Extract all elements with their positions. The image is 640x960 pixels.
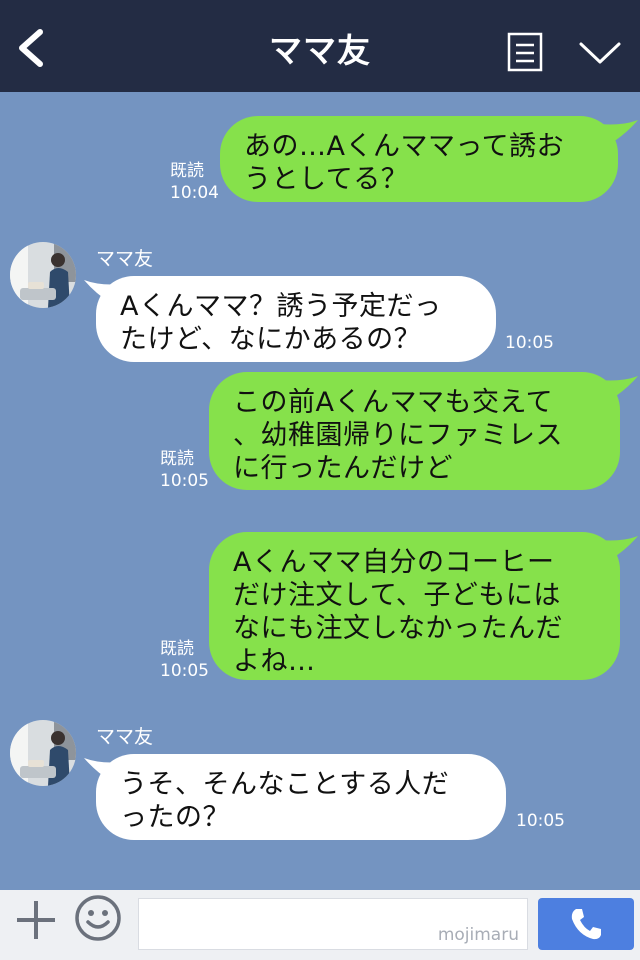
phone-icon <box>571 909 601 940</box>
avatar[interactable] <box>10 720 76 786</box>
message-line: Aくんママ？誘う予定だっ <box>120 291 442 322</box>
message-input[interactable]: mojimaru <box>138 898 528 950</box>
note-list-icon[interactable] <box>507 32 543 72</box>
message-line: よね… <box>233 646 316 677</box>
message-time: 10:05 <box>505 333 554 353</box>
message-time: 10:05 <box>516 811 565 831</box>
plus-icon[interactable] <box>14 898 58 942</box>
chevron-down-icon[interactable] <box>578 38 622 68</box>
message-bubble[interactable]: この前Aくんママも交えて 、幼稚園帰りにファミレス に行ったんだけど <box>209 372 620 490</box>
read-status: 既読 <box>160 639 194 659</box>
sender-name: ママ友 <box>96 726 154 748</box>
input-bar: mojimaru <box>0 890 640 960</box>
message-bubble[interactable]: あの…Aくんママって誘お うとしてる？ <box>220 116 618 202</box>
message-line: うそ、そんなことする人だ <box>120 769 450 800</box>
avatar[interactable] <box>10 242 76 308</box>
message-time: 10:05 <box>160 661 209 681</box>
emoji-icon[interactable] <box>74 894 122 942</box>
message-line: この前Aくんママも交えて <box>233 387 554 418</box>
message-line: Aくんママ自分のコーヒー <box>233 547 555 578</box>
message-line: 、幼稚園帰りにファミレス <box>233 420 563 451</box>
sender-name: ママ友 <box>96 248 154 270</box>
message-line: うとしてる？ <box>244 164 409 195</box>
message-bubble[interactable]: Aくんママ自分のコーヒー だけ注文して、子どもには なにも注文しなかったんだ よ… <box>209 532 620 680</box>
message-bubble[interactable]: うそ、そんなことする人だ ったの？ <box>96 754 506 840</box>
chat-header: ママ友 <box>0 0 640 92</box>
chat-title: ママ友 <box>269 31 371 70</box>
message-line: たけど、なにかあるの？ <box>120 324 422 355</box>
watermark: mojimaru <box>437 925 519 945</box>
read-status: 既読 <box>170 161 204 181</box>
message-bubble[interactable]: Aくんママ？誘う予定だっ たけど、なにかあるの？ <box>96 276 496 362</box>
message-line: あの…Aくんママって誘お <box>244 131 565 162</box>
call-button[interactable] <box>538 898 634 950</box>
message-line: ったの？ <box>120 802 230 833</box>
message-time: 10:05 <box>160 471 209 491</box>
message-time: 10:04 <box>170 183 219 203</box>
read-status: 既読 <box>160 449 194 469</box>
message-line: だけ注文して、子どもには <box>233 580 561 611</box>
message-line: に行ったんだけど <box>233 453 453 484</box>
message-line: なにも注文しなかったんだ <box>233 613 563 644</box>
